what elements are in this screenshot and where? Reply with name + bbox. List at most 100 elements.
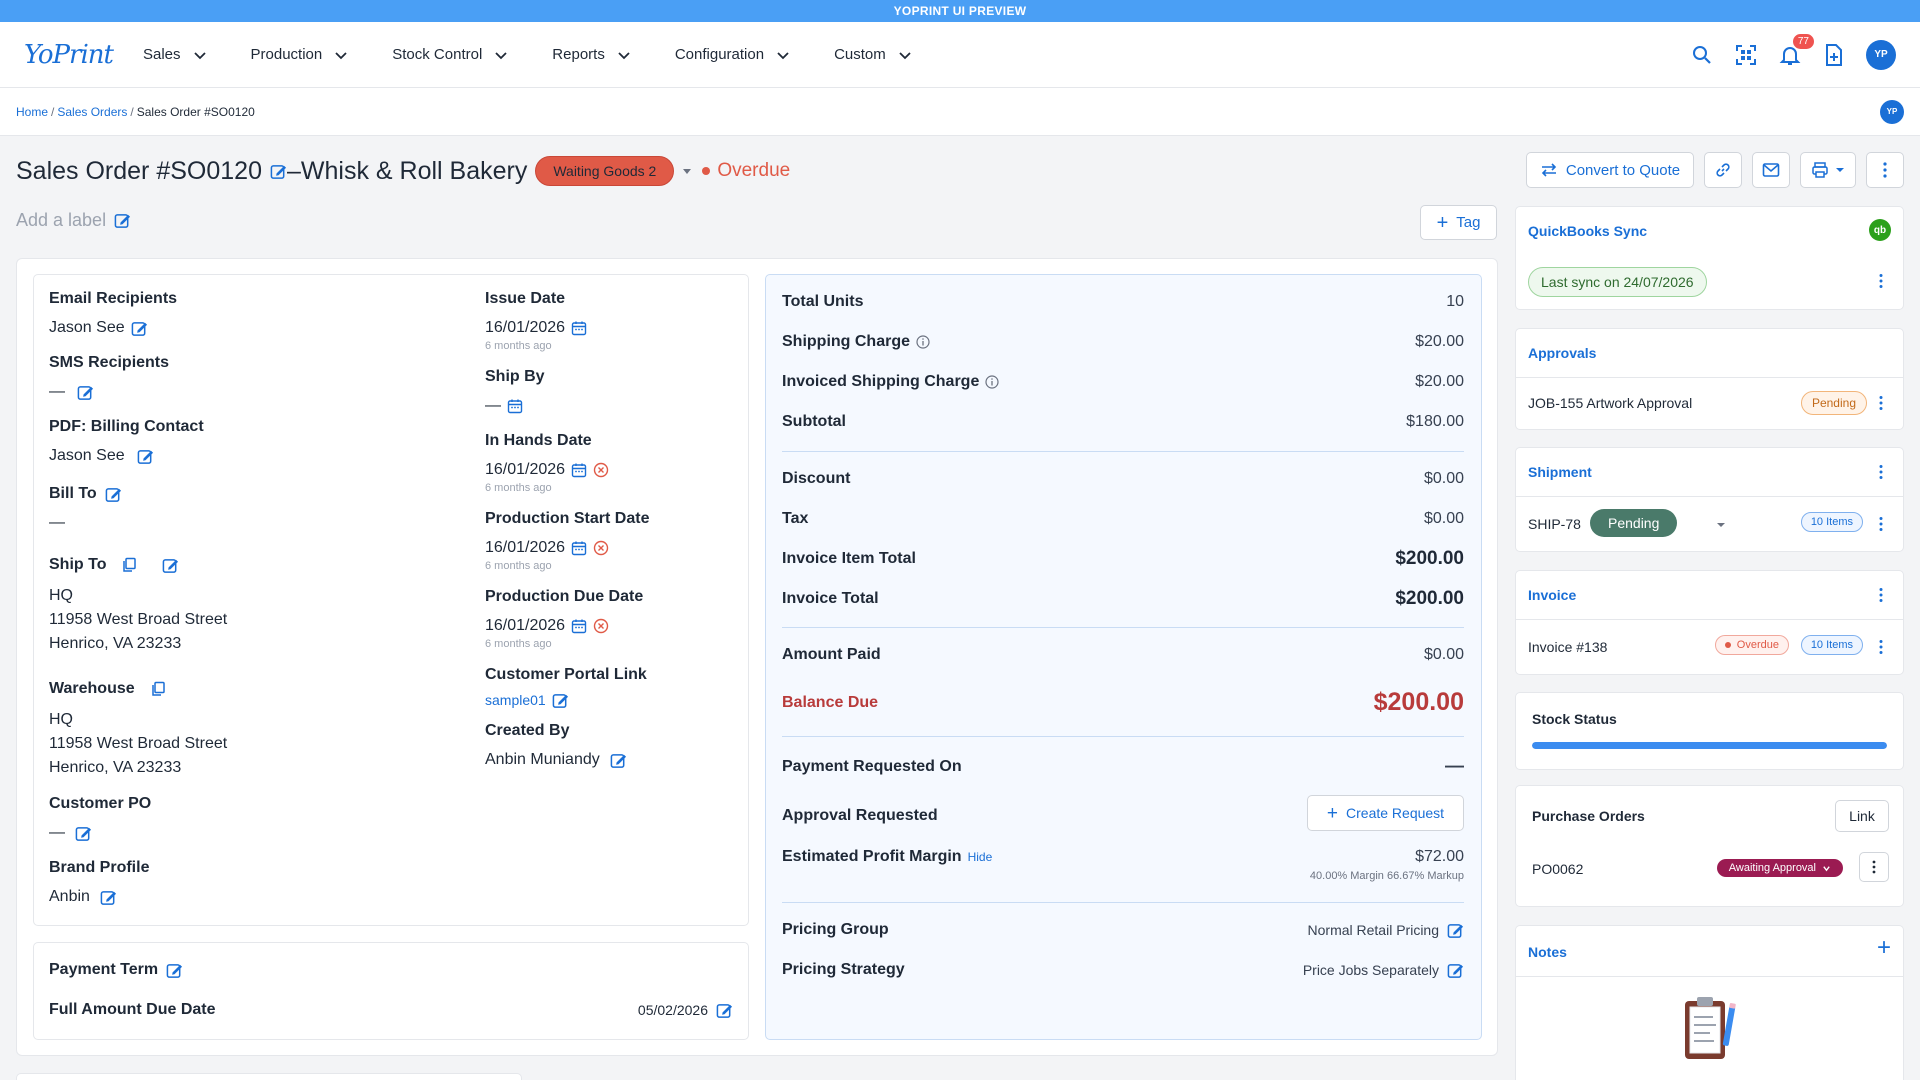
- kebab-icon[interactable]: [1873, 516, 1889, 532]
- menu-custom[interactable]: Custom: [834, 46, 912, 63]
- print-button[interactable]: [1800, 152, 1856, 188]
- calendar-icon[interactable]: [571, 618, 587, 634]
- edit-icon[interactable]: [162, 557, 179, 574]
- search-icon[interactable]: [1690, 43, 1714, 67]
- edit-icon[interactable]: [77, 384, 94, 401]
- kebab-icon[interactable]: [1873, 587, 1889, 603]
- calendar-icon[interactable]: [571, 540, 587, 556]
- notes-card: Notes +: [1515, 925, 1904, 1080]
- notifications-button[interactable]: 77: [1778, 33, 1814, 67]
- breadcrumb-avatar[interactable]: YP: [1880, 99, 1904, 124]
- email-button[interactable]: [1752, 152, 1790, 188]
- title-dash: –: [286, 156, 301, 185]
- customer-name[interactable]: Whisk & Roll Bakery: [301, 157, 527, 186]
- estimated-profit-margin-row: Estimated Profit Margin Hide $72.00 40.00%…: [782, 848, 1464, 882]
- po-id[interactable]: PO0062: [1532, 861, 1583, 877]
- header-actions: Convert to Quote: [1526, 152, 1904, 188]
- po-more-button[interactable]: [1859, 852, 1889, 882]
- plus-icon: +: [1436, 211, 1449, 234]
- approval-item[interactable]: JOB-155 Artwork Approval: [1528, 395, 1692, 411]
- overdue-dot: [702, 167, 711, 175]
- page-title: Sales Order #SO0120: [16, 156, 262, 185]
- chevron-down-icon: [495, 51, 507, 59]
- portal-link[interactable]: sample01: [485, 688, 546, 712]
- breadcrumb-home[interactable]: Home: [16, 105, 48, 119]
- create-request-button[interactable]: + Create Request: [1307, 795, 1464, 831]
- clear-date-icon[interactable]: [593, 462, 609, 478]
- customer-portal-link-field: Customer Portal Link sample01: [485, 666, 647, 712]
- notification-count-badge: 77: [1792, 33, 1814, 49]
- info-icon[interactable]: [916, 335, 930, 349]
- po-status-badge[interactable]: Awaiting Approval: [1716, 859, 1843, 877]
- invoice-status-badge: Overdue: [1714, 635, 1789, 655]
- edit-icon[interactable]: [270, 163, 287, 180]
- divider: [782, 736, 1464, 737]
- clear-date-icon[interactable]: [593, 618, 609, 634]
- kebab-icon[interactable]: [1873, 395, 1889, 411]
- link-po-button[interactable]: Link: [1835, 800, 1889, 832]
- breadcrumb: Home / Sales Orders / Sales Order #SO012…: [0, 88, 1920, 136]
- divider: [782, 902, 1464, 903]
- info-icon[interactable]: [985, 375, 999, 389]
- preview-banner: YOPRINT UI PREVIEW: [0, 0, 1920, 22]
- menu-reports[interactable]: Reports: [552, 46, 631, 63]
- edit-icon[interactable]: [75, 825, 92, 842]
- copy-icon[interactable]: [151, 681, 167, 697]
- add-note-icon[interactable]: +: [1877, 934, 1891, 962]
- calendar-icon[interactable]: [571, 320, 587, 336]
- copy-icon[interactable]: [122, 557, 138, 573]
- balance-due-row: Balance Due $200.00: [782, 688, 1464, 716]
- pricing-group-row: Pricing Group Normal Retail Pricing: [782, 921, 1464, 939]
- shipment-id[interactable]: SHIP-78: [1528, 516, 1581, 532]
- discount-row: Discount $0.00: [782, 470, 1464, 487]
- shipment-items-badge[interactable]: 10 Items: [1800, 512, 1863, 532]
- more-actions-button[interactable]: [1866, 152, 1904, 188]
- add-label[interactable]: Add a label: [16, 210, 131, 231]
- kebab-icon[interactable]: [1873, 639, 1889, 655]
- caret-down-icon[interactable]: [1716, 520, 1726, 530]
- edit-icon[interactable]: [166, 962, 183, 979]
- logo[interactable]: YoPrint: [24, 40, 114, 70]
- edit-icon[interactable]: [1447, 922, 1464, 939]
- edit-icon[interactable]: [610, 752, 627, 769]
- menu-configuration[interactable]: Configuration: [675, 46, 790, 63]
- clear-date-icon[interactable]: [593, 540, 609, 556]
- edit-icon[interactable]: [131, 320, 148, 337]
- edit-icon[interactable]: [105, 486, 122, 503]
- calendar-icon[interactable]: [571, 462, 587, 478]
- next-card-edge: [16, 1073, 522, 1080]
- purchase-orders-card: Purchase Orders Link PO0062 Awaiting App…: [1515, 785, 1904, 907]
- shipment-status-badge[interactable]: Pending: [1590, 509, 1678, 537]
- convert-to-quote-button[interactable]: Convert to Quote: [1526, 152, 1694, 188]
- menu-production[interactable]: Production: [251, 46, 349, 63]
- caret-down-icon[interactable]: [682, 166, 692, 176]
- edit-icon[interactable]: [1447, 962, 1464, 979]
- edit-icon[interactable]: [137, 448, 154, 465]
- divider: [782, 451, 1464, 452]
- edit-icon[interactable]: [716, 1002, 733, 1019]
- quickbooks-title: QuickBooks Sync: [1528, 223, 1648, 239]
- pdf-billing-contact-field: PDF: Billing Contact Jason See: [49, 418, 204, 465]
- new-document-icon[interactable]: [1822, 43, 1846, 67]
- add-tag-button[interactable]: + Tag: [1420, 205, 1497, 240]
- kebab-icon[interactable]: [1873, 273, 1889, 289]
- email-recipients-field: Email Recipients Jason See: [49, 290, 178, 337]
- copy-link-button[interactable]: [1704, 152, 1742, 188]
- edit-icon[interactable]: [100, 889, 117, 906]
- amount-paid-row: Amount Paid $0.00: [782, 646, 1464, 663]
- edit-icon[interactable]: [552, 692, 569, 709]
- full-amount-due-date-field: Full Amount Due Date 05/02/2026: [49, 1001, 733, 1019]
- chevron-down-icon: [618, 51, 630, 59]
- menu-stock-control[interactable]: Stock Control: [392, 46, 508, 63]
- user-avatar[interactable]: YP: [1866, 39, 1896, 70]
- hide-margin-link[interactable]: Hide: [968, 850, 993, 864]
- calendar-icon[interactable]: [507, 398, 523, 414]
- quickbooks-sync-card: QuickBooks Sync qb Last sync on 24/07/20…: [1515, 206, 1904, 310]
- qr-scan-icon[interactable]: [1734, 43, 1758, 67]
- breadcrumb-sales-orders[interactable]: Sales Orders: [57, 105, 127, 119]
- invoice-items-badge[interactable]: 10 Items: [1800, 635, 1863, 655]
- invoice-id[interactable]: Invoice #138: [1528, 639, 1607, 655]
- status-badge[interactable]: Waiting Goods 2: [535, 156, 675, 186]
- menu-sales[interactable]: Sales: [143, 46, 207, 63]
- kebab-icon[interactable]: [1873, 464, 1889, 480]
